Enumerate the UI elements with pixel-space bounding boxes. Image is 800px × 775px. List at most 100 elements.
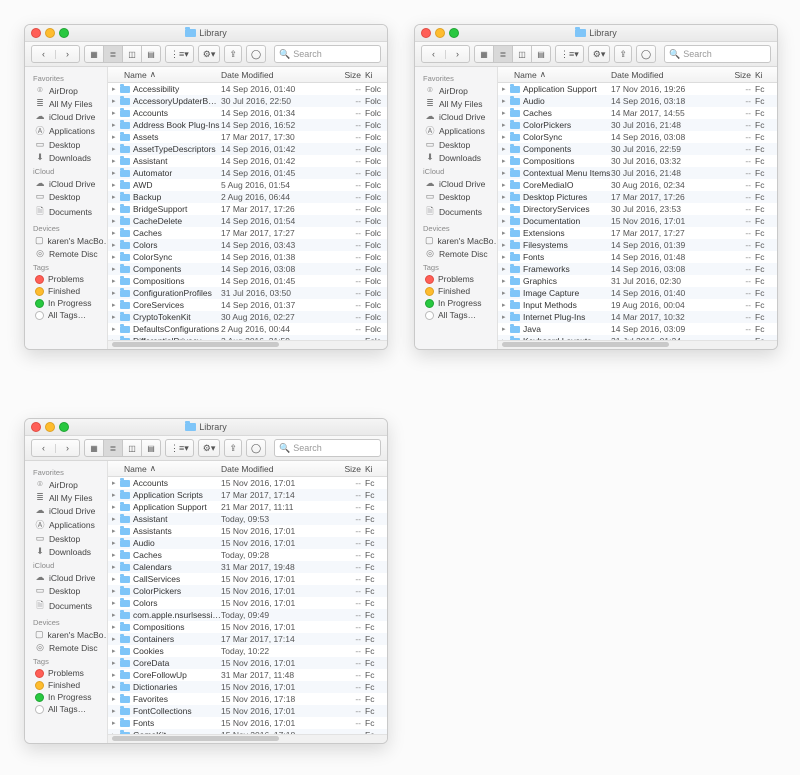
table-row[interactable]: ▸ Favorites 15 Nov 2016, 17:18 -- Fc <box>108 693 387 705</box>
table-row[interactable]: ▸ ColorSync 14 Sep 2016, 01:38 -- Folc <box>108 251 387 263</box>
column-headers[interactable]: Name ∧ Date Modified Size Ki <box>108 67 387 83</box>
table-row[interactable]: ▸ Accounts 15 Nov 2016, 17:01 -- Fc <box>108 477 387 489</box>
sidebar-item[interactable]: ☁iCloud Drive <box>415 110 497 123</box>
sidebar-item[interactable]: ⒶApplications <box>25 123 107 138</box>
tags-button[interactable]: ◯ <box>636 45 656 63</box>
disclosure-triangle-icon[interactable]: ▸ <box>112 85 120 93</box>
list-body[interactable]: ▸ Application Support 17 Nov 2016, 19:26… <box>498 83 777 340</box>
titlebar[interactable]: Library <box>25 419 387 436</box>
close-icon[interactable] <box>31 422 41 432</box>
arrange-button[interactable]: ⋮≡ ▾ <box>555 45 584 63</box>
table-row[interactable]: ▸ Documentation 15 Nov 2016, 17:01 -- Fc <box>498 215 777 227</box>
nav-back-forward[interactable]: ‹ › <box>31 45 80 63</box>
sidebar-item[interactable]: ≣All My Files <box>25 491 107 504</box>
sidebar-tag[interactable]: All Tags… <box>25 703 107 715</box>
disclosure-triangle-icon[interactable]: ▸ <box>502 253 510 261</box>
table-row[interactable]: ▸ Contextual Menu Items 30 Jul 2016, 21:… <box>498 167 777 179</box>
disclosure-triangle-icon[interactable]: ▸ <box>502 157 510 165</box>
view-mode-segmented[interactable]: ▦ ≣ ◫ ▤ <box>474 45 551 63</box>
sidebar-item[interactable]: ▭Desktop <box>25 138 107 151</box>
disclosure-triangle-icon[interactable]: ▸ <box>112 527 120 535</box>
sidebar-item[interactable]: ▢karen's MacBo… <box>25 628 107 641</box>
disclosure-triangle-icon[interactable]: ▸ <box>502 241 510 249</box>
view-coverflow-icon[interactable]: ▤ <box>532 45 551 63</box>
table-row[interactable]: ▸ Components 14 Sep 2016, 03:08 -- Folc <box>108 263 387 275</box>
table-row[interactable]: ▸ Frameworks 14 Sep 2016, 03:08 -- Fc <box>498 263 777 275</box>
table-row[interactable]: ▸ Accessibility 14 Sep 2016, 01:40 -- Fo… <box>108 83 387 95</box>
view-coverflow-icon[interactable]: ▤ <box>142 439 161 457</box>
table-row[interactable]: ▸ ConfigurationProfiles 31 Jul 2016, 03:… <box>108 287 387 299</box>
sidebar-item[interactable]: ⬇Downloads <box>25 151 107 164</box>
disclosure-triangle-icon[interactable]: ▸ <box>112 551 120 559</box>
back-icon[interactable]: ‹ <box>32 50 56 59</box>
sidebar-tag[interactable]: Problems <box>25 273 107 285</box>
close-icon[interactable] <box>421 28 431 38</box>
sidebar-item[interactable]: ⌾AirDrop <box>25 478 107 491</box>
disclosure-triangle-icon[interactable]: ▸ <box>502 181 510 189</box>
table-row[interactable]: ▸ Compositions 14 Sep 2016, 01:45 -- Fol… <box>108 275 387 287</box>
scrollbar-thumb[interactable] <box>502 342 669 347</box>
minimize-icon[interactable] <box>45 28 55 38</box>
close-icon[interactable] <box>31 28 41 38</box>
sidebar-item[interactable]: ☁iCloud Drive <box>415 177 497 190</box>
disclosure-triangle-icon[interactable]: ▸ <box>502 133 510 141</box>
disclosure-triangle-icon[interactable]: ▸ <box>502 97 510 105</box>
table-row[interactable]: ▸ Caches 14 Mar 2017, 14:55 -- Fc <box>498 107 777 119</box>
sidebar-item[interactable]: ⬇Downloads <box>25 545 107 558</box>
view-column-icon[interactable]: ◫ <box>123 439 142 457</box>
table-row[interactable]: ▸ com.apple.nsurlsessiond Today, 09:49 -… <box>108 609 387 621</box>
column-headers[interactable]: Name ∧ Date Modified Size Ki <box>108 461 387 477</box>
disclosure-triangle-icon[interactable]: ▸ <box>112 133 120 141</box>
disclosure-triangle-icon[interactable]: ▸ <box>112 575 120 583</box>
disclosure-triangle-icon[interactable]: ▸ <box>112 671 120 679</box>
disclosure-triangle-icon[interactable]: ▸ <box>112 563 120 571</box>
table-row[interactable]: ▸ Calendars 31 Mar 2017, 19:48 -- Fc <box>108 561 387 573</box>
action-button[interactable]: ⚙ ▾ <box>198 439 221 457</box>
table-row[interactable]: ▸ FontCollections 15 Nov 2016, 17:01 -- … <box>108 705 387 717</box>
table-row[interactable]: ▸ Colors 14 Sep 2016, 03:43 -- Folc <box>108 239 387 251</box>
disclosure-triangle-icon[interactable]: ▸ <box>502 229 510 237</box>
table-row[interactable]: ▸ CallServices 15 Nov 2016, 17:01 -- Fc <box>108 573 387 585</box>
view-icon-icon[interactable]: ▦ <box>84 45 104 63</box>
disclosure-triangle-icon[interactable]: ▸ <box>112 611 120 619</box>
share-button[interactable]: ⇪ <box>224 439 242 457</box>
action-button[interactable]: ⚙ ▾ <box>588 45 611 63</box>
view-list-icon[interactable]: ≣ <box>104 45 123 63</box>
view-column-icon[interactable]: ◫ <box>513 45 532 63</box>
minimize-icon[interactable] <box>45 422 55 432</box>
share-button[interactable]: ⇪ <box>614 45 632 63</box>
table-row[interactable]: ▸ CoreData 15 Nov 2016, 17:01 -- Fc <box>108 657 387 669</box>
column-date[interactable]: Date Modified <box>221 70 333 80</box>
disclosure-triangle-icon[interactable]: ▸ <box>112 193 120 201</box>
sidebar-item[interactable]: ☁iCloud Drive <box>25 110 107 123</box>
sidebar-tag[interactable]: In Progress <box>415 297 497 309</box>
disclosure-triangle-icon[interactable]: ▸ <box>112 205 120 213</box>
disclosure-triangle-icon[interactable]: ▸ <box>112 647 120 655</box>
back-icon[interactable]: ‹ <box>32 444 56 453</box>
disclosure-triangle-icon[interactable]: ▸ <box>502 325 510 333</box>
zoom-icon[interactable] <box>59 28 69 38</box>
disclosure-triangle-icon[interactable]: ▸ <box>502 301 510 309</box>
forward-icon[interactable]: › <box>56 50 79 59</box>
table-row[interactable]: ▸ AssetTypeDescriptors 14 Sep 2016, 01:4… <box>108 143 387 155</box>
table-row[interactable]: ▸ CoreServices 14 Sep 2016, 01:37 -- Fol… <box>108 299 387 311</box>
disclosure-triangle-icon[interactable]: ▸ <box>112 695 120 703</box>
disclosure-triangle-icon[interactable]: ▸ <box>502 217 510 225</box>
sidebar-item[interactable]: ◎Remote Disc <box>25 641 107 654</box>
sidebar-item[interactable]: ▭Desktop <box>25 532 107 545</box>
disclosure-triangle-icon[interactable]: ▸ <box>112 587 120 595</box>
disclosure-triangle-icon[interactable]: ▸ <box>112 121 120 129</box>
table-row[interactable]: ▸ Audio 14 Sep 2016, 03:18 -- Fc <box>498 95 777 107</box>
sidebar-item[interactable]: ▭Desktop <box>25 190 107 203</box>
sidebar-item[interactable]: 🗎Documents <box>25 597 107 615</box>
disclosure-triangle-icon[interactable]: ▸ <box>502 277 510 285</box>
table-row[interactable]: ▸ CoreMediaIO 30 Aug 2016, 02:34 -- Fc <box>498 179 777 191</box>
view-coverflow-icon[interactable]: ▤ <box>142 45 161 63</box>
disclosure-triangle-icon[interactable]: ▸ <box>112 707 120 715</box>
table-row[interactable]: ▸ Input Methods 19 Aug 2016, 00:04 -- Fc <box>498 299 777 311</box>
sidebar-item[interactable]: ⒶApplications <box>25 517 107 532</box>
disclosure-triangle-icon[interactable]: ▸ <box>502 193 510 201</box>
sidebar-item[interactable]: ≣All My Files <box>25 97 107 110</box>
titlebar[interactable]: Library <box>415 25 777 42</box>
horizontal-scrollbar[interactable] <box>108 340 387 349</box>
